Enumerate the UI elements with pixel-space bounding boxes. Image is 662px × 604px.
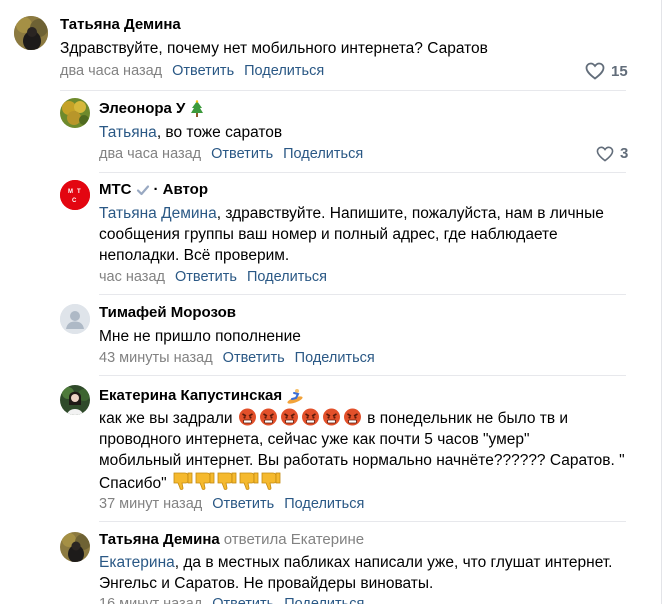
author-name[interactable]: Татьяна Демина	[99, 531, 220, 549]
default-user-icon	[60, 304, 90, 334]
thumbs-down-icon	[239, 472, 259, 490]
like-button[interactable]: 15	[585, 62, 628, 80]
comment-time[interactable]: два часа назад	[60, 62, 162, 80]
thumbs-down-icon	[173, 472, 193, 490]
comment-time[interactable]: 43 минуты назад	[99, 349, 213, 367]
share-button[interactable]: Поделиться	[244, 62, 324, 80]
comment-text: Екатерина, да в местных пабликах написал…	[99, 552, 644, 594]
comment-author[interactable]: Элеонора У	[99, 100, 205, 118]
angry-face-icon	[343, 408, 361, 426]
avatar[interactable]	[60, 304, 90, 334]
share-button[interactable]: Поделиться	[284, 495, 364, 513]
comment-time[interactable]: 16 минут назад	[99, 595, 202, 604]
comments-page: Татьяна Демина Здравствуйте, почему нет …	[0, 0, 662, 604]
text-line: мобильный интернет. Вы работать нормальн…	[99, 452, 625, 469]
text-line: в понедельник не было тв и	[367, 410, 569, 427]
thumbs-down-icon	[217, 472, 237, 490]
like-count: 15	[611, 62, 628, 80]
comment-actions: час назад Ответить Поделиться	[99, 268, 327, 286]
verified-icon	[136, 185, 149, 196]
comment-actions: 16 минут назад Ответить Поделиться	[99, 595, 364, 604]
divider	[99, 172, 626, 173]
replied-to-label[interactable]: ответила Екатерине	[224, 531, 364, 549]
surfer-emoji-icon	[287, 389, 303, 404]
avatar[interactable]	[14, 16, 48, 50]
avatar[interactable]	[60, 385, 90, 415]
svg-text:С: С	[72, 198, 77, 204]
angry-face-icon	[259, 408, 277, 426]
text-line: неполадки. Всё проверим.	[99, 247, 290, 264]
angry-face-icon	[301, 408, 319, 426]
svg-text:М: М	[68, 189, 73, 195]
comment-actions: 43 минуты назад Ответить Поделиться	[99, 349, 375, 367]
comment-time[interactable]: 37 минут назад	[99, 495, 202, 513]
comment-text: Татьяна Демина, здравствуйте. Напишите, …	[99, 203, 639, 266]
avatar[interactable]: М Т С	[60, 180, 90, 210]
comment-author[interactable]: МТС · Автор	[99, 181, 208, 199]
reply-button[interactable]: Ответить	[212, 595, 274, 604]
author-name[interactable]: Екатерина Капустинская	[99, 387, 282, 405]
divider	[60, 90, 626, 91]
text-line: как же вы задрали	[99, 410, 233, 427]
share-button[interactable]: Поделиться	[283, 145, 363, 163]
comment-time[interactable]: час назад	[99, 268, 165, 286]
comment-text: Здравствуйте, почему нет мобильного инте…	[60, 40, 488, 57]
avatar[interactable]	[60, 98, 90, 128]
comment-actions: два часа назад Ответить Поделиться	[60, 62, 324, 80]
svg-text:Т: Т	[77, 189, 81, 195]
christmas-tree-icon	[191, 100, 204, 117]
thumbs-down-icon	[261, 472, 281, 490]
author-name[interactable]: МТС	[99, 181, 132, 199]
author-tag: · Автор	[153, 181, 209, 198]
divider	[99, 375, 626, 376]
mention-link[interactable]: Татьяна	[99, 124, 157, 141]
reply-button[interactable]: Ответить	[175, 268, 237, 286]
reply-button[interactable]: Ответить	[172, 62, 234, 80]
thumbs-down-icon	[195, 472, 215, 490]
text-line: проводного интернета, сейчас уже как поч…	[99, 431, 530, 448]
text-line: Энгельс и Саратов. Не провайдеры виноват…	[99, 575, 434, 592]
thumbs-down-emoji-row	[167, 472, 281, 492]
reply-button[interactable]: Ответить	[211, 145, 273, 163]
share-button[interactable]: Поделиться	[247, 268, 327, 286]
angry-face-emoji-row	[233, 408, 368, 427]
angry-face-icon	[322, 408, 340, 426]
comment-author[interactable]: Татьяна Демина ответила Екатерине	[99, 531, 364, 549]
like-count: 3	[620, 145, 629, 162]
divider	[99, 521, 626, 522]
angry-face-icon	[238, 408, 256, 426]
text-line: , да в местных пабликах написали уже, чт…	[174, 554, 613, 571]
comment-author[interactable]: Екатерина Капустинская	[99, 387, 304, 405]
comment-text: Татьяна, во тоже саратов	[99, 122, 619, 143]
comment-author[interactable]: Тимафей Морозов	[99, 304, 236, 322]
reply-button[interactable]: Ответить	[223, 349, 285, 367]
text-line: сообщения группы ваш номер и полный адре…	[99, 226, 558, 243]
heart-icon	[585, 62, 605, 80]
like-button[interactable]: 3	[596, 145, 628, 162]
comment-actions: 37 минут назад Ответить Поделиться	[99, 495, 364, 513]
share-button[interactable]: Поделиться	[295, 349, 375, 367]
avatar[interactable]	[60, 532, 90, 562]
comment-time[interactable]: два часа назад	[99, 145, 201, 163]
comment-author[interactable]: Татьяна Демина	[60, 16, 181, 34]
mention-link[interactable]: Екатерина	[99, 554, 175, 571]
author-name[interactable]: Татьяна Демина	[60, 16, 181, 34]
heart-icon	[596, 146, 614, 162]
reply-button[interactable]: Ответить	[212, 495, 274, 513]
comment-text-body: , во тоже саратов	[156, 124, 283, 141]
mention-link[interactable]: Татьяна Демина	[99, 205, 217, 222]
angry-face-icon	[280, 408, 298, 426]
comment-text: как же вы задрали в понедельник не было …	[99, 408, 644, 494]
text-line: Спасибо"	[99, 475, 167, 492]
comment-text: Мне не пришло пополнение	[99, 328, 301, 345]
share-button[interactable]: Поделиться	[284, 595, 364, 604]
author-name[interactable]: Элеонора У	[99, 100, 185, 118]
divider	[99, 294, 626, 295]
author-name[interactable]: Тимафей Морозов	[99, 304, 236, 322]
comment-actions: два часа назад Ответить Поделиться	[99, 145, 363, 163]
text-line: , здравствуйте. Напишите, пожалуйста, на…	[216, 205, 604, 222]
